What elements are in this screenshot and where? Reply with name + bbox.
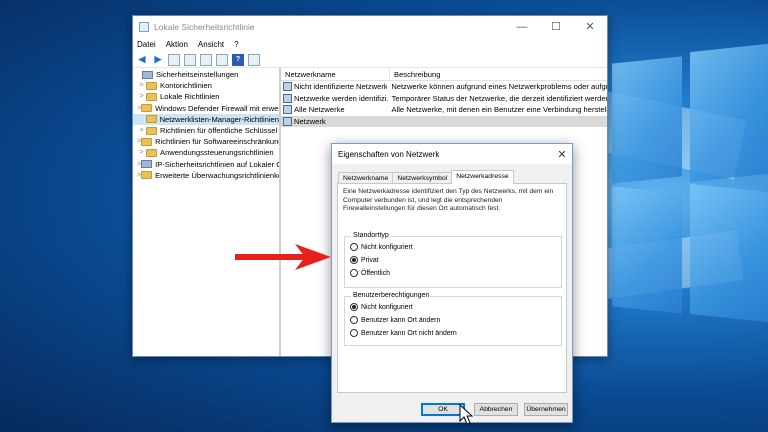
radio-unchecked-icon <box>350 269 358 277</box>
tree-item-ip-security[interactable]: > IP-Sicherheitsrichtlinien auf Lokaler … <box>133 159 279 170</box>
ip-security-icon <box>141 160 153 169</box>
tree-item-audit-policy[interactable]: > Erweiterte Überwachungsrichtlinienko <box>133 170 279 181</box>
tree-item-firewall[interactable]: > Windows Defender Firewall mit erweit <box>133 103 279 114</box>
network-icon <box>283 93 292 103</box>
list-item[interactable]: Nicht identifizierte Netzwerke Netzwerke… <box>281 81 607 93</box>
toolbar: ◀ ▶ ? <box>133 52 607 68</box>
network-properties-dialog: Eigenschaften von Netzwerk ✕ Netzwerknam… <box>331 143 573 423</box>
expand-chevron-icon[interactable]: > <box>137 149 146 156</box>
close-button[interactable]: ✕ <box>573 16 607 37</box>
list-item[interactable]: Alle Netzwerke Alle Netzwerke, mit denen… <box>281 104 607 116</box>
tree-item-app-control[interactable]: > Anwendungssteuerungsrichtlinien <box>133 147 279 158</box>
tree-item-public-key[interactable]: > Richtlinien für öffentliche Schlüssel <box>133 125 279 136</box>
list-header: Netzwerkname Beschreibung <box>281 68 607 81</box>
column-header-name[interactable]: Netzwerkname <box>281 68 390 80</box>
network-icon <box>283 105 292 115</box>
app-icon <box>139 21 149 32</box>
expand-chevron-icon[interactable]: > <box>137 82 146 89</box>
list-item[interactable]: Netzwerke werden identifizi... Temporäre… <box>281 93 607 105</box>
menu-help[interactable]: ? <box>234 40 238 49</box>
user-permissions-legend: Benutzerberechtigungen <box>351 292 432 299</box>
dialog-tabs: Netzwerkname Netzwerksymbol Netzwerkadre… <box>338 170 514 184</box>
cancel-button[interactable]: Abbrechen <box>474 403 518 416</box>
tree-item-software-restriction[interactable]: > Richtlinien für Softwareeinschränkung <box>133 136 279 147</box>
tree-item-lokale-richtlinien[interactable]: > Lokale Richtlinien <box>133 91 279 102</box>
properties-icon[interactable] <box>248 53 260 66</box>
back-arrow-icon[interactable]: ◀ <box>136 54 148 66</box>
menu-bar: Datei Aktion Ansicht ? <box>133 37 607 52</box>
security-settings-icon <box>142 70 153 79</box>
menu-ansicht[interactable]: Ansicht <box>198 40 224 49</box>
folder-icon <box>146 148 157 157</box>
apply-button[interactable]: Übernehmen <box>524 403 568 416</box>
radio-permission-not-configured[interactable]: Nicht konfiguriert <box>350 303 413 311</box>
dialog-title-bar[interactable]: Eigenschaften von Netzwerk ✕ <box>332 144 572 164</box>
folder-icon <box>141 171 153 180</box>
minimize-button[interactable]: — <box>505 16 539 37</box>
export-list-icon[interactable] <box>200 53 212 66</box>
radio-unchecked-icon <box>350 243 358 251</box>
tab-panel: Eine Netzwerkadresse identifiziert den T… <box>337 183 567 393</box>
network-icon <box>283 82 292 92</box>
radio-unchecked-icon <box>350 316 358 324</box>
show-tree-icon[interactable] <box>184 53 196 66</box>
radio-checked-icon <box>350 303 358 311</box>
radio-location-not-configured[interactable]: Nicht konfiguriert <box>350 243 413 251</box>
navigation-tree: Sicherheitseinstellungen > Kontorichtlin… <box>133 68 281 356</box>
user-permissions-group: Benutzerberechtigungen Nicht konfigurier… <box>344 292 562 346</box>
maximize-button[interactable]: ☐ <box>539 16 573 37</box>
folder-icon <box>141 137 153 146</box>
folder-icon <box>146 92 157 101</box>
radio-permission-can-change[interactable]: Benutzer kann Ort ändern <box>350 316 440 324</box>
folder-icon <box>146 126 157 135</box>
location-type-group: Standorttyp Nicht konfiguriert Privat Öf… <box>344 232 562 288</box>
tab-description: Eine Netzwerkadresse identifiziert den T… <box>343 188 554 213</box>
column-header-description[interactable]: Beschreibung <box>390 68 440 80</box>
mouse-cursor-icon <box>459 404 473 425</box>
radio-unchecked-icon <box>350 329 358 337</box>
folder-icon <box>146 81 157 90</box>
dialog-close-button[interactable]: ✕ <box>552 148 572 161</box>
radio-checked-icon <box>350 256 358 264</box>
folder-icon <box>145 115 157 124</box>
expand-chevron-icon[interactable]: > <box>137 93 146 100</box>
refresh-icon[interactable] <box>216 53 228 66</box>
window-title: Lokale Sicherheitsrichtlinie <box>154 21 255 32</box>
tree-item-netzwerklisten-manager[interactable]: Netzwerklisten-Manager-Richtlinien <box>133 113 279 125</box>
location-type-legend: Standorttyp <box>351 232 391 239</box>
radio-permission-cannot-change[interactable]: Benutzer kann Ort nicht ändern <box>350 329 457 337</box>
menu-datei[interactable]: Datei <box>137 40 156 49</box>
dialog-title: Eigenschaften von Netzwerk <box>338 149 440 159</box>
title-bar[interactable]: Lokale Sicherheitsrichtlinie — ☐ ✕ <box>133 16 607 37</box>
up-folder-icon[interactable] <box>168 53 180 66</box>
list-item-selected[interactable]: Netzwerk <box>281 115 607 127</box>
help-icon[interactable]: ? <box>232 53 244 66</box>
tree-root[interactable]: Sicherheitseinstellungen <box>133 69 279 80</box>
network-icon <box>283 116 292 126</box>
red-arrow-icon <box>235 244 331 270</box>
tree-item-kontorichtlinien[interactable]: > Kontorichtlinien <box>133 80 279 91</box>
tab-netzwerkadresse[interactable]: Netzwerkadresse <box>451 170 514 184</box>
menu-aktion[interactable]: Aktion <box>166 40 188 49</box>
radio-location-public[interactable]: Öffentlich <box>350 269 390 277</box>
forward-arrow-icon[interactable]: ▶ <box>152 54 164 66</box>
expand-chevron-icon[interactable]: > <box>137 127 146 134</box>
radio-location-private[interactable]: Privat <box>350 256 379 264</box>
folder-icon <box>141 104 153 113</box>
